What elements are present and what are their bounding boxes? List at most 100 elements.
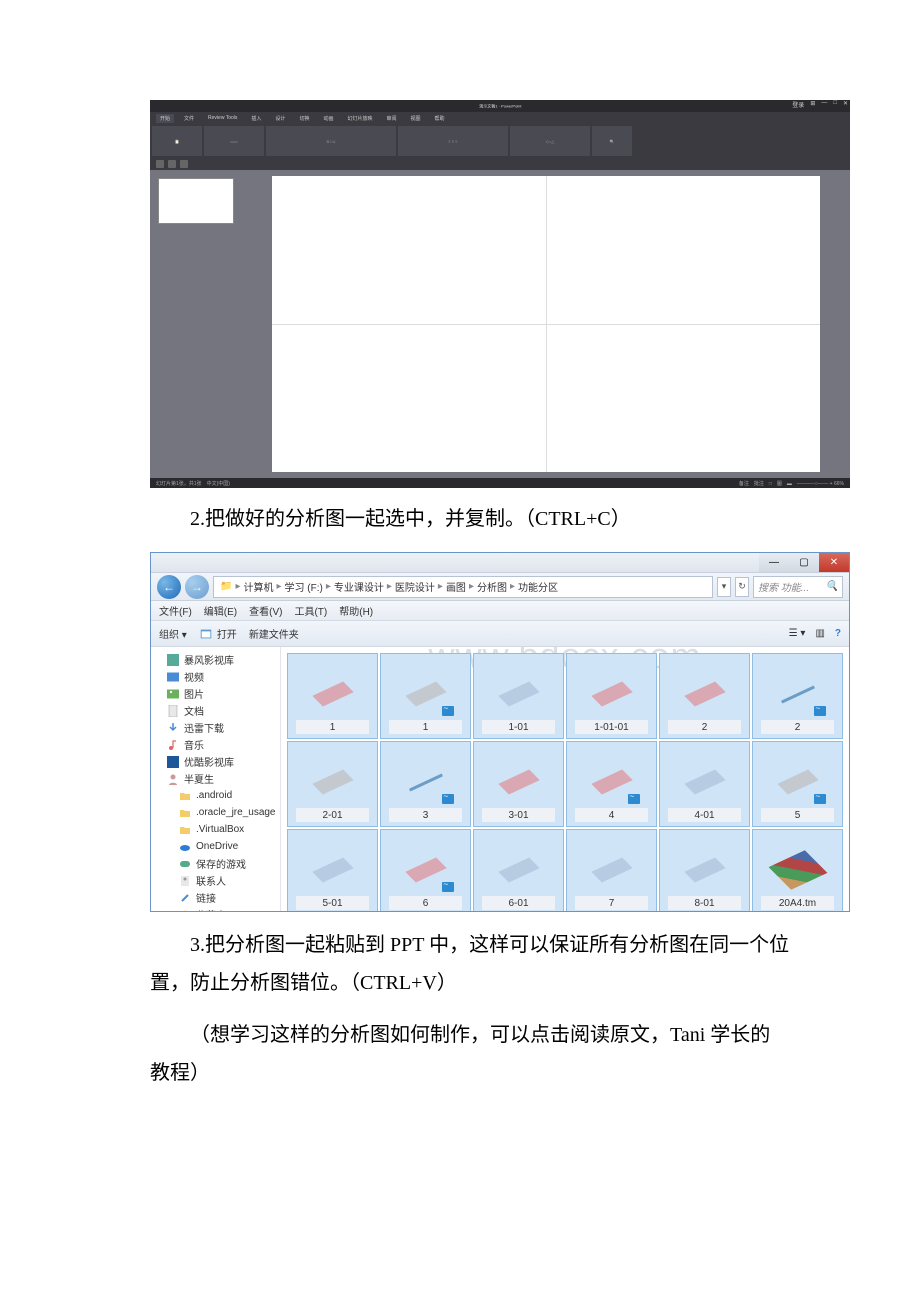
file-tile[interactable]: 3 (380, 741, 471, 827)
menu-help[interactable]: 帮助(H) (339, 603, 373, 618)
file-thumbnail-icon (582, 846, 642, 894)
sidebar-item[interactable]: 联系人 (151, 872, 280, 889)
sidebar-item[interactable]: OneDrive (151, 838, 280, 855)
file-tile[interactable]: 5-01 (287, 829, 378, 911)
qat-save-icon[interactable] (156, 160, 164, 168)
ppt-group-paragraph[interactable]: ≡ ≡ ≡ (398, 126, 508, 156)
explorer-content[interactable]: www.bdocx.com 111-011-01-01222-0133-0144… (281, 647, 849, 911)
ppt-tab[interactable]: 帮助 (431, 114, 449, 123)
file-tile[interactable]: 1 (380, 653, 471, 739)
sidebar-item[interactable]: 保存的游戏 (151, 855, 280, 872)
ppt-tab[interactable]: 审阅 (382, 114, 400, 123)
back-button[interactable]: ← (157, 575, 181, 599)
sidebar-item[interactable]: 收藏夹 (151, 906, 280, 911)
sidebar-item[interactable]: 视频 (151, 668, 280, 685)
file-tile[interactable]: 2-01 (287, 741, 378, 827)
breadcrumb-item[interactable]: 画图 (446, 579, 466, 594)
ppt-group-editing[interactable]: 🔍 (592, 126, 632, 156)
file-tile[interactable]: 8-01 (659, 829, 750, 911)
breadcrumb-item[interactable]: 功能分区 (518, 579, 558, 594)
ppt-tab[interactable]: 文件 (180, 114, 198, 123)
ppt-minimize[interactable]: — (821, 100, 827, 109)
organize-button[interactable]: 组织 ▾ (159, 626, 187, 641)
ppt-tab[interactable]: 切换 (295, 114, 313, 123)
ppt-share-icon[interactable]: ⊞ (810, 100, 815, 109)
breadcrumb-item[interactable]: 学习 (F:) (285, 579, 323, 594)
file-tile[interactable]: 7 (566, 829, 657, 911)
sidebar-item[interactable]: 暴风影视库 (151, 651, 280, 668)
exp-maximize-button[interactable]: ▢ (789, 553, 819, 572)
ppt-tab[interactable]: 插入 (247, 114, 265, 123)
qat-undo-icon[interactable] (168, 160, 176, 168)
file-tile[interactable]: 4-01 (659, 741, 750, 827)
ppt-status-right: 备注 批注 □ 圖 ▬ ─────○─── + 66% (739, 480, 844, 487)
sidebar-item[interactable]: 半夏生 (151, 770, 280, 787)
preview-pane-button[interactable]: ▥ (815, 628, 824, 639)
ppt-group-font[interactable]: B I U (266, 126, 396, 156)
ppt-slide-thumb-1[interactable] (158, 178, 234, 224)
breadcrumb-item[interactable]: 分析图 (477, 579, 507, 594)
path-dropdown[interactable]: ▾ (717, 577, 731, 597)
exp-minimize-button[interactable]: — (759, 553, 789, 572)
sidebar-item[interactable]: .android (151, 787, 280, 804)
file-tile[interactable]: 3-01 (473, 741, 564, 827)
sidebar-item[interactable]: 图片 (151, 685, 280, 702)
file-tile[interactable]: 2 (752, 653, 843, 739)
sidebar-item[interactable]: 迅雷下载 (151, 719, 280, 736)
ppt-titlebar: 演示文稿1 · PowerPoint 登录 ⊞ — □ ✕ (150, 100, 850, 112)
breadcrumb-item[interactable]: 计算机 (243, 579, 273, 594)
qat-redo-icon[interactable] (180, 160, 188, 168)
sidebar-item[interactable]: 文档 (151, 702, 280, 719)
ppt-group-clipboard[interactable]: 📋 (152, 126, 202, 156)
ppt-tab[interactable]: 视图 (407, 114, 425, 123)
new-folder-button[interactable]: 新建文件夹 (249, 626, 299, 641)
file-tile[interactable]: 1-01-01 (566, 653, 657, 739)
sidebar-item[interactable]: 优酷影视库 (151, 753, 280, 770)
search-input[interactable]: 搜索 功能... 🔍 (753, 576, 843, 598)
file-tile[interactable]: 6 (380, 829, 471, 911)
ppt-tab[interactable]: Review Tools (204, 114, 241, 122)
ppt-group-slides[interactable]: ▭▭ (204, 126, 264, 156)
file-tile[interactable]: 2 (659, 653, 750, 739)
ppt-tab[interactable]: 幻灯片放映 (343, 114, 376, 123)
ppt-login[interactable]: 登录 (792, 100, 804, 109)
explorer-sidebar[interactable]: 暴风影视库视频图片文档迅雷下载音乐优酷影视库半夏生.android.oracle… (151, 647, 281, 911)
sidebar-item[interactable]: 链接 (151, 889, 280, 906)
forward-button[interactable]: → (185, 575, 209, 599)
file-tile[interactable]: 1 (287, 653, 378, 739)
ppt-tabs[interactable]: 开始文件 Review Tools 插入设计切换动画幻灯片放映审阅视图帮助 (150, 112, 850, 124)
file-thumbnail-icon (489, 758, 549, 806)
ppt-tab[interactable]: 开始 (156, 114, 174, 123)
sidebar-item[interactable]: .oracle_jre_usage (151, 804, 280, 821)
refresh-button[interactable]: ↻ (735, 577, 749, 597)
menu-view[interactable]: 查看(V) (249, 603, 282, 618)
open-button[interactable]: 打开 (199, 626, 237, 641)
ppt-thumbnails-pane[interactable] (150, 170, 242, 478)
help-button[interactable]: ? (835, 628, 841, 639)
file-thumbnail-icon (675, 846, 735, 894)
menu-file[interactable]: 文件(F) (159, 603, 192, 618)
breadcrumb[interactable]: 📁▸计算机▸学习 (F:)▸专业课设计▸医院设计▸画图▸分析图▸功能分区 (213, 576, 713, 598)
ppt-group-drawing[interactable]: ◇○△ (510, 126, 590, 156)
pic-icon (167, 688, 179, 700)
file-tile[interactable]: 4 (566, 741, 657, 827)
file-tile[interactable]: 1-01 (473, 653, 564, 739)
file-tile[interactable]: 20A4.tm (752, 829, 843, 911)
menu-edit[interactable]: 编辑(E) (204, 603, 237, 618)
ppt-slide-canvas[interactable] (272, 176, 820, 472)
view-mode-button[interactable]: ☰ ▾ (789, 628, 806, 639)
file-tile[interactable]: 6-01 (473, 829, 564, 911)
breadcrumb-item[interactable]: 专业课设计 (334, 579, 384, 594)
ppt-tab[interactable]: 设计 (271, 114, 289, 123)
breadcrumb-sep: ▸ (326, 581, 331, 592)
sidebar-item[interactable]: .VirtualBox (151, 821, 280, 838)
sidebar-item[interactable]: 音乐 (151, 736, 280, 753)
breadcrumb-item[interactable]: 医院设计 (395, 579, 435, 594)
ppt-maximize[interactable]: □ (833, 100, 837, 109)
ppt-close[interactable]: ✕ (843, 100, 848, 109)
ppt-tab[interactable]: 动画 (319, 114, 337, 123)
file-tile[interactable]: 5 (752, 741, 843, 827)
breadcrumb-sep: ▸ (438, 581, 443, 592)
exp-close-button[interactable]: ✕ (819, 553, 849, 572)
menu-tools[interactable]: 工具(T) (294, 603, 327, 618)
